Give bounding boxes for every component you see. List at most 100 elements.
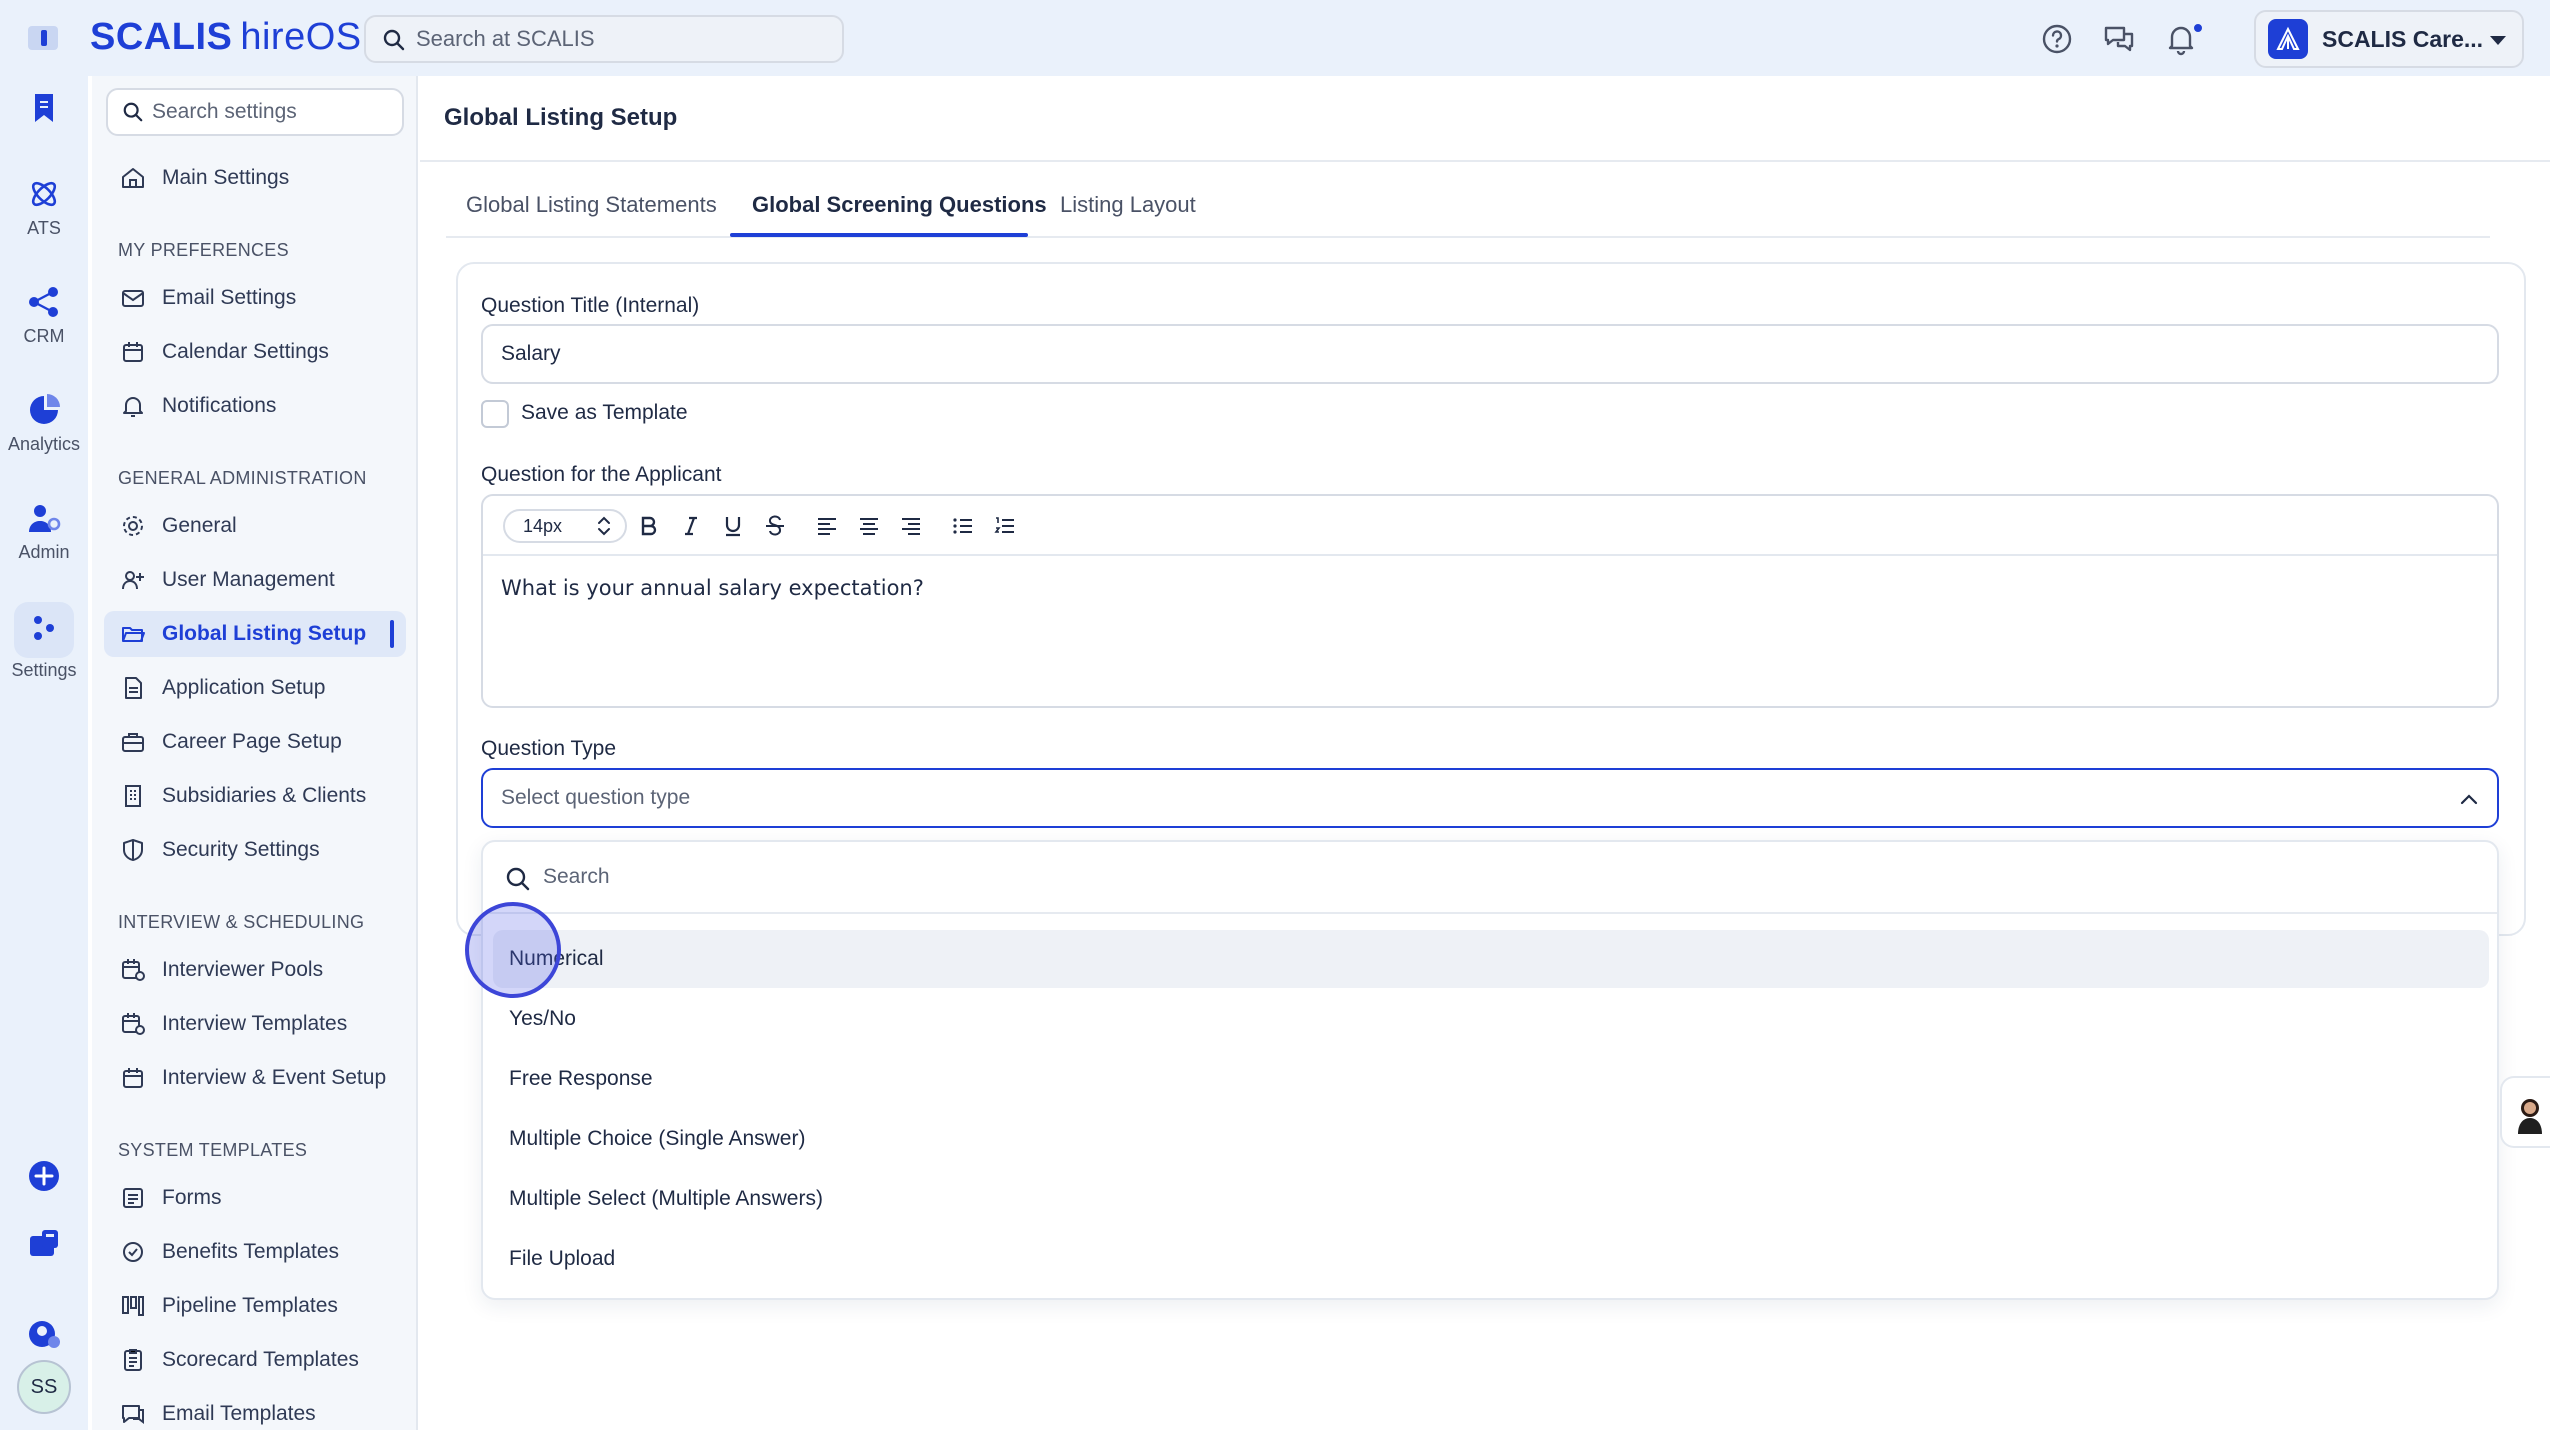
rail-bookmarks[interactable] <box>0 90 88 126</box>
account-switcher[interactable]: SCALIS Care... <box>2254 10 2524 68</box>
rail-settings[interactable]: Settings <box>0 610 88 681</box>
help-icon[interactable] <box>2040 22 2074 56</box>
message-icon <box>122 1405 144 1424</box>
sidebar-item-scorecard-templates[interactable]: Scorecard Templates <box>104 1337 406 1383</box>
rail-profile[interactable] <box>0 1316 88 1352</box>
editor-content[interactable]: What is your annual salary expectation? <box>501 576 924 600</box>
user-avatar[interactable]: SS <box>17 1360 71 1414</box>
chevron-up-icon <box>2460 794 2478 805</box>
bullet-list-icon <box>953 518 972 534</box>
save-as-template-label[interactable]: Save as Template <box>521 401 688 425</box>
align-right-icon <box>902 518 920 535</box>
tab-global-listing-statements[interactable]: Global Listing Statements <box>466 192 717 218</box>
option-multiple-choice[interactable]: Multiple Choice (Single Answer) <box>493 1110 2489 1168</box>
option-numerical[interactable]: Numerical <box>493 930 2489 988</box>
ats-icon <box>31 181 57 207</box>
document-icon <box>125 677 142 699</box>
align-center-icon <box>860 518 878 535</box>
person-icon <box>2518 1099 2542 1134</box>
underline-button[interactable] <box>719 512 747 540</box>
rail-ats[interactable]: ATS <box>0 176 88 239</box>
sidebar-item-career-page-setup[interactable]: Career Page Setup <box>104 719 406 765</box>
sidebar-item-global-listing-setup[interactable]: Global Listing Setup <box>104 611 406 657</box>
sidebar-item-subsidiaries[interactable]: Subsidiaries & Clients <box>104 773 406 819</box>
underline-icon <box>725 517 741 537</box>
rail-crm[interactable]: CRM <box>0 284 88 347</box>
align-left-button[interactable] <box>813 512 841 540</box>
bold-button[interactable] <box>635 512 663 540</box>
italic-icon <box>685 516 697 536</box>
align-center-button[interactable] <box>855 512 883 540</box>
option-file-upload[interactable]: File Upload <box>493 1230 2489 1288</box>
section-general-administration: GENERAL ADMINISTRATION <box>118 468 367 488</box>
question-title-input[interactable]: Salary <box>481 324 2499 384</box>
settings-search[interactable] <box>106 88 404 136</box>
search-icon <box>383 29 405 51</box>
calendar-clock-icon <box>122 1013 145 1035</box>
numbered-list-button[interactable] <box>991 512 1019 540</box>
sidebar-item-pipeline-templates[interactable]: Pipeline Templates <box>104 1283 406 1329</box>
option-yes-no[interactable]: Yes/No <box>493 990 2489 1048</box>
strikethrough-icon <box>766 515 784 536</box>
user-settings-icon <box>29 1321 60 1348</box>
sidebar-item-benefits-templates[interactable]: Benefits Templates <box>104 1229 406 1275</box>
sidebar-item-application-setup[interactable]: Application Setup <box>104 665 406 711</box>
brand-logo[interactable]: SCALIS hireOS <box>90 16 362 59</box>
top-header: SCALIShireOS SCALIS Care... <box>0 0 2550 76</box>
rail-analytics[interactable]: Analytics <box>0 392 88 455</box>
click-indicator <box>465 902 561 998</box>
gear-icon <box>123 516 143 536</box>
active-tab-underline <box>730 233 1028 237</box>
sidebar-item-forms[interactable]: Forms <box>104 1175 406 1221</box>
dropdown-search[interactable] <box>483 842 2497 914</box>
page-title: Global Listing Setup <box>444 104 678 131</box>
sidebar-item-interview-event-setup[interactable]: Interview & Event Setup <box>104 1055 406 1101</box>
bookmark-icon <box>35 94 53 122</box>
sidebar-item-email-templates[interactable]: Email Templates <box>104 1391 406 1430</box>
app-switcher-icon[interactable] <box>28 24 58 52</box>
italic-button[interactable] <box>677 512 705 540</box>
chat-icon[interactable] <box>2102 22 2136 56</box>
option-free-response[interactable]: Free Response <box>493 1050 2489 1108</box>
help-agent-avatar[interactable] <box>2500 1076 2550 1148</box>
settings-search-input[interactable] <box>152 100 402 124</box>
sidebar-item-general[interactable]: General <box>104 503 406 549</box>
briefcase-icon <box>30 1230 58 1256</box>
shield-icon <box>123 839 143 861</box>
section-my-preferences: MY PREFERENCES <box>118 240 289 260</box>
sidebar-item-interviewer-pools[interactable]: Interviewer Pools <box>104 947 406 993</box>
question-type-select[interactable]: Select question type <box>481 768 2499 828</box>
sidebar-item-notifications[interactable]: Notifications <box>104 383 406 429</box>
sidebar-item-interview-templates[interactable]: Interview Templates <box>104 1001 406 1047</box>
sidebar-item-security-settings[interactable]: Security Settings <box>104 827 406 873</box>
option-multiple-select[interactable]: Multiple Select (Multiple Answers) <box>493 1170 2489 1228</box>
save-as-template-checkbox[interactable] <box>481 400 509 428</box>
chevron-down-icon <box>2490 36 2506 45</box>
question-applicant-label: Question for the Applicant <box>481 463 722 486</box>
bullet-list-button[interactable] <box>949 512 977 540</box>
sidebar-item-main-settings[interactable]: Main Settings <box>104 155 406 201</box>
sidebar-item-email-settings[interactable]: Email Settings <box>104 275 406 321</box>
sidebar-item-calendar-settings[interactable]: Calendar Settings <box>104 329 406 375</box>
settings-icon <box>34 616 54 640</box>
crm-icon <box>29 287 58 317</box>
global-search-input[interactable] <box>416 26 842 52</box>
global-search[interactable] <box>364 15 844 63</box>
folder-open-icon <box>122 627 145 642</box>
tab-listing-layout[interactable]: Listing Layout <box>1060 192 1196 218</box>
rail-jobs[interactable] <box>0 1226 88 1262</box>
calendar-icon <box>123 1068 143 1088</box>
font-size-select[interactable]: 14px <box>503 509 627 543</box>
rail-add[interactable] <box>0 1158 88 1194</box>
clipboard-icon <box>124 1349 142 1371</box>
form-icon <box>123 1188 143 1208</box>
rail-admin[interactable]: Admin <box>0 500 88 563</box>
section-interview-scheduling: INTERVIEW & SCHEDULING <box>118 912 365 932</box>
align-right-button[interactable] <box>897 512 925 540</box>
sidebar-item-user-management[interactable]: User Management <box>104 557 406 603</box>
badge-check-icon <box>123 1242 143 1262</box>
strikethrough-button[interactable] <box>761 512 789 540</box>
dropdown-search-input[interactable] <box>543 865 2302 889</box>
section-system-templates: SYSTEM TEMPLATES <box>118 1140 308 1160</box>
tab-global-screening-questions[interactable]: Global Screening Questions <box>752 192 1047 218</box>
